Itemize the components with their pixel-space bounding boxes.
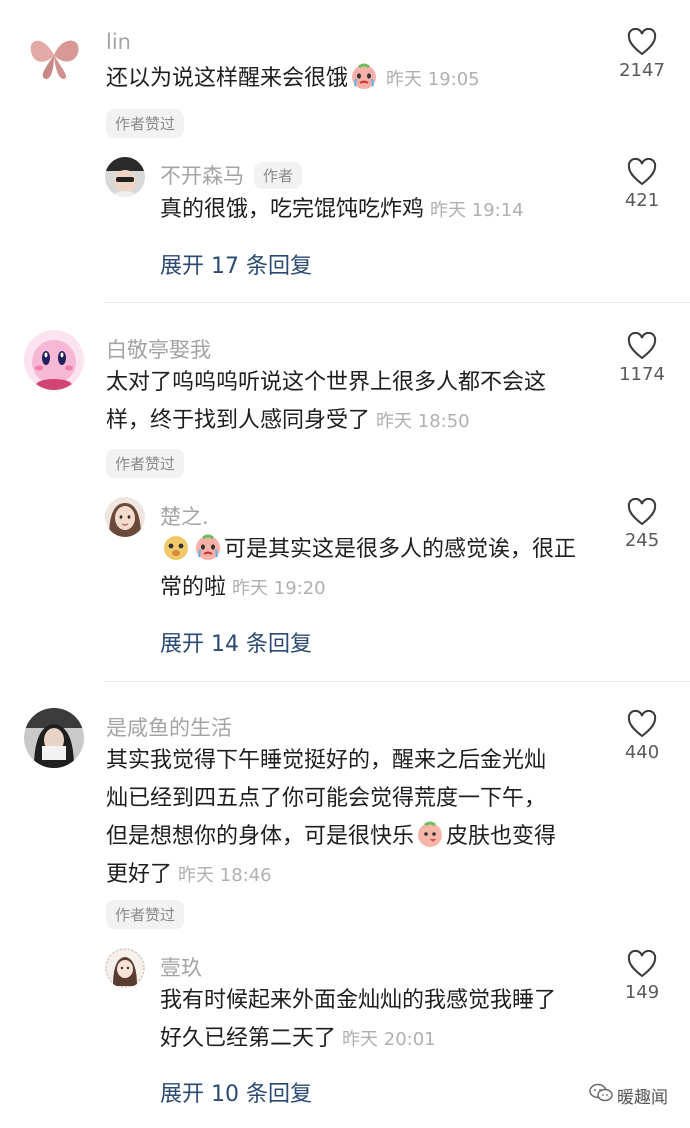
heart-icon [627, 332, 657, 360]
reply-text: 可是其实这是很多人的感觉诶，很正 常的啦 昨天 19:20 [160, 531, 600, 608]
divider [105, 681, 690, 682]
avatar[interactable] [105, 948, 145, 988]
crying-face-icon [194, 533, 222, 561]
avatar[interactable] [24, 330, 84, 390]
reply-text: 真的很饿，吃完馄饨吃炸鸡 昨天 19:14 [160, 197, 524, 222]
username[interactable]: lin [106, 30, 131, 54]
timestamp: 昨天 20:01 [342, 1029, 436, 1050]
timestamp: 昨天 19:05 [386, 69, 480, 90]
heart-icon [627, 498, 657, 526]
author-liked-badge: 作者赞过 [106, 109, 185, 138]
heart-icon [627, 710, 657, 738]
comment-text: 太对了呜呜呜听说这个世界上很多人都不会这 样，终于找到人感同身受了 昨天 18:5… [106, 370, 547, 433]
like-button[interactable]: 149 [614, 950, 670, 1003]
expand-replies-link[interactable]: 展开 10 条回复 [160, 1076, 312, 1108]
like-button[interactable]: 421 [614, 158, 670, 211]
reply-username[interactable]: 楚之. [160, 501, 209, 531]
reply-username[interactable]: 壹玖 [160, 952, 202, 982]
author-liked-badge: 作者赞过 [106, 900, 185, 929]
pudding-emoji-icon [162, 533, 190, 561]
comment-list: lin 还以为说这样醒来会很饿 昨天 19:05 2147 作者赞过 不开森马 作者… [0, 0, 690, 1128]
like-count: 440 [624, 742, 660, 763]
comment-text: 其实我觉得下午睡觉挺好的，醒来之后金光灿 灿已经到四五点了你可能会觉得荒度一下午… [106, 748, 557, 887]
like-button[interactable]: 245 [614, 498, 670, 551]
comment-text: 还以为说这样醒来会很饿 昨天 19:05 [106, 60, 576, 99]
like-count: 421 [624, 190, 660, 211]
avatar[interactable] [105, 157, 145, 197]
username[interactable]: 是咸鱼的生活 [106, 712, 232, 742]
expand-replies-link[interactable]: 展开 14 条回复 [160, 626, 312, 658]
reply-text: 我有时候起来外面金灿灿的我感觉我睡了 好久已经第二天了 昨天 20:01 [160, 988, 557, 1051]
heart-icon [627, 28, 657, 56]
like-count: 149 [624, 982, 660, 1003]
like-button[interactable]: 1174 [614, 332, 670, 385]
avatar[interactable] [24, 25, 84, 85]
divider [105, 302, 690, 303]
like-count: 2147 [619, 60, 665, 81]
timestamp: 昨天 18:46 [178, 865, 272, 886]
timestamp: 昨天 19:20 [232, 578, 326, 599]
wechat-icon [589, 1083, 613, 1108]
like-count: 1174 [619, 364, 665, 385]
like-button[interactable]: 440 [614, 710, 670, 763]
heart-icon [627, 158, 657, 186]
expand-replies-link[interactable]: 展开 17 条回复 [160, 248, 312, 280]
author-tag: 作者 [254, 162, 303, 189]
crying-face-icon [350, 62, 378, 90]
reply-username[interactable]: 不开森马 [160, 164, 244, 188]
heart-icon [627, 950, 657, 978]
watermark-text: 暖趣闻 [617, 1088, 668, 1108]
author-liked-badge: 作者赞过 [106, 449, 185, 478]
avatar[interactable] [105, 497, 145, 537]
timestamp: 昨天 19:14 [430, 200, 524, 221]
like-button[interactable]: 2147 [614, 28, 670, 81]
avatar[interactable] [24, 708, 84, 768]
timestamp: 昨天 18:50 [376, 411, 470, 432]
username[interactable]: 白敬亭娶我 [106, 334, 211, 364]
like-count: 245 [624, 530, 660, 551]
watermark: 暖趣闻 [589, 1083, 668, 1108]
peach-emoji-icon [416, 820, 444, 848]
